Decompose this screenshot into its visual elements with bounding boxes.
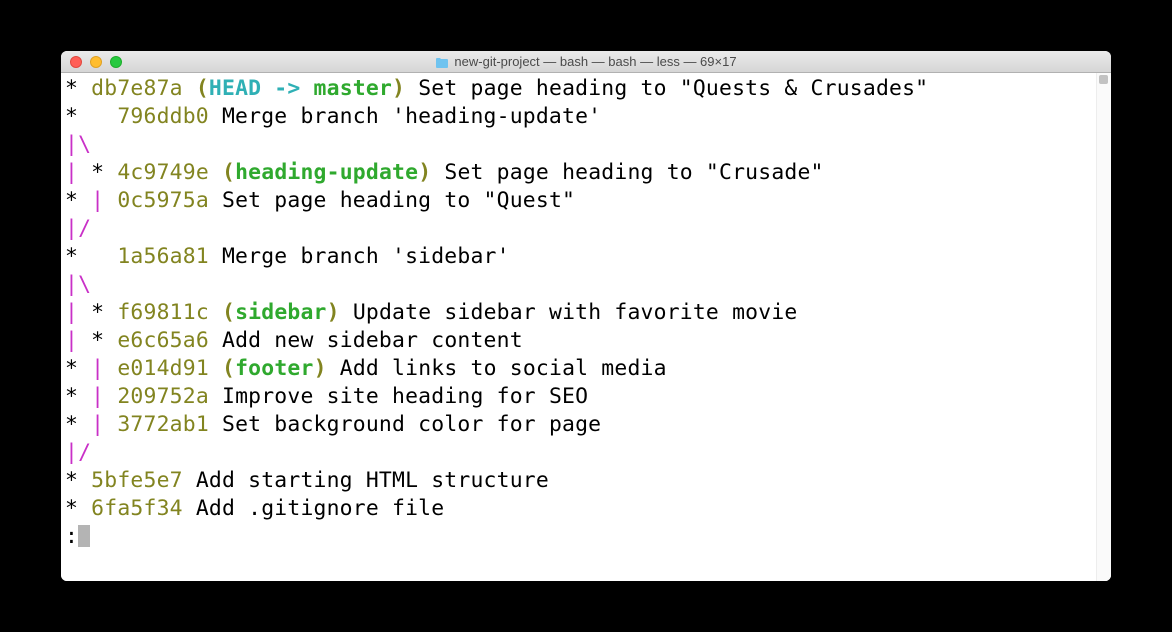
git-log-line: |\ <box>65 271 1107 299</box>
terminal-output[interactable]: * db7e87a (HEAD -> master) Set page head… <box>61 73 1111 581</box>
git-log-line: * | e014d91 (footer) Add links to social… <box>65 355 1107 383</box>
git-log-line: * 5bfe5e7 Add starting HTML structure <box>65 467 1107 495</box>
titlebar[interactable]: new-git-project — bash — bash — less — 6… <box>61 51 1111 73</box>
prompt-colon: : <box>65 524 78 549</box>
git-log-line: * | 0c5975a Set page heading to "Quest" <box>65 187 1107 215</box>
git-log-line: * | 3772ab1 Set background color for pag… <box>65 411 1107 439</box>
close-button[interactable] <box>70 56 82 68</box>
git-log-line: |/ <box>65 439 1107 467</box>
window-title-text: new-git-project — bash — bash — less — 6… <box>454 54 736 69</box>
git-log-line: | * f69811c (sidebar) Update sidebar wit… <box>65 299 1107 327</box>
folder-icon <box>435 56 449 67</box>
scrollbar[interactable] <box>1096 73 1111 581</box>
git-log-line: * | 209752a Improve site heading for SEO <box>65 383 1107 411</box>
git-log-line: | * 4c9749e (heading-update) Set page he… <box>65 159 1107 187</box>
git-log-line: | * e6c65a6 Add new sidebar content <box>65 327 1107 355</box>
git-log-line: * db7e87a (HEAD -> master) Set page head… <box>65 75 1107 103</box>
git-log-line: |\ <box>65 131 1107 159</box>
git-log-line: |/ <box>65 215 1107 243</box>
cursor <box>78 525 90 547</box>
terminal-window: new-git-project — bash — bash — less — 6… <box>61 51 1111 581</box>
git-log-line: * 796ddb0 Merge branch 'heading-update' <box>65 103 1107 131</box>
zoom-button[interactable] <box>110 56 122 68</box>
less-prompt[interactable]: : <box>65 523 1107 551</box>
git-log-line: * 6fa5f34 Add .gitignore file <box>65 495 1107 523</box>
window-title: new-git-project — bash — bash — less — 6… <box>61 54 1111 69</box>
minimize-button[interactable] <box>90 56 102 68</box>
traffic-lights <box>61 56 122 68</box>
git-log-line: * 1a56a81 Merge branch 'sidebar' <box>65 243 1107 271</box>
